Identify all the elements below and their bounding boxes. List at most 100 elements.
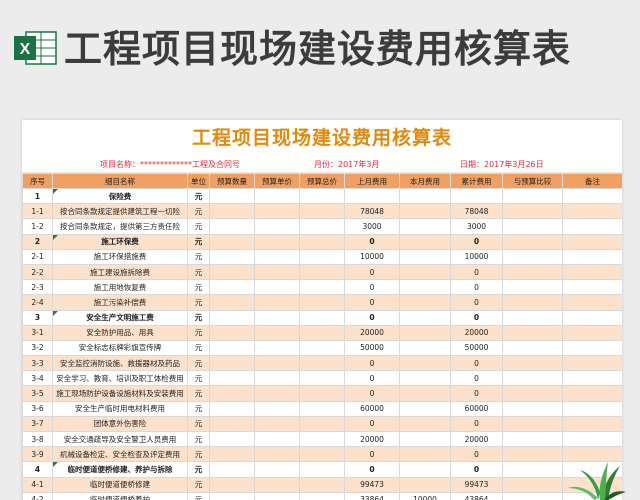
table-cell[interactable]: 元 [187,294,210,311]
table-cell[interactable] [399,476,451,493]
table-cell[interactable] [299,370,345,387]
table-cell[interactable] [299,248,345,265]
table-cell[interactable]: 0 [450,355,503,372]
table-cell[interactable] [399,461,451,478]
table-cell[interactable]: 临时便道便桥修建、养护与拆除 [52,461,188,478]
table-cell[interactable]: 1-1 [22,203,53,220]
table-cell[interactable]: 43864 [450,491,503,500]
table-cell[interactable] [502,446,563,463]
table-cell[interactable] [502,370,563,387]
table-cell[interactable]: 元 [187,187,210,205]
table-cell[interactable] [209,203,255,220]
table-cell[interactable] [562,430,622,448]
table-cell[interactable] [209,339,255,357]
table-cell[interactable] [502,339,563,357]
table-cell[interactable]: 施工用地恢复费 [52,279,188,296]
table-cell[interactable] [299,491,345,500]
table-cell[interactable] [399,446,451,463]
table-cell[interactable]: 0 [450,279,503,296]
table-cell[interactable] [502,279,563,296]
table-cell[interactable] [254,476,300,493]
table-cell[interactable]: 1 [22,187,53,205]
table-cell[interactable] [209,263,255,281]
table-cell[interactable]: 4-2 [22,491,53,500]
table-cell[interactable] [399,233,451,250]
column-header[interactable]: 预算单价 [254,173,300,189]
table-cell[interactable] [502,203,563,220]
table-cell[interactable] [254,218,300,235]
table-cell[interactable] [399,355,451,372]
table-cell[interactable]: 安全标志标牌彩旗宣传牌 [52,339,188,357]
table-cell[interactable] [299,324,345,341]
table-cell[interactable]: 1-2 [22,218,53,235]
table-cell[interactable]: 0 [344,309,400,326]
column-header[interactable]: 单位 [187,173,210,189]
table-cell[interactable] [254,233,300,250]
table-cell[interactable]: 2-3 [22,279,53,296]
table-cell[interactable] [209,415,255,433]
table-cell[interactable] [209,248,255,265]
table-cell[interactable]: 施工建设施拆除费 [52,263,188,281]
table-cell[interactable] [254,263,300,281]
table-cell[interactable] [209,446,255,463]
table-cell[interactable]: 3000 [450,218,503,235]
table-cell[interactable] [399,385,451,402]
table-cell[interactable] [209,187,255,205]
table-cell[interactable]: 4-1 [22,476,53,493]
table-cell[interactable]: 施工环保费 [52,233,188,250]
table-cell[interactable] [254,187,300,205]
table-cell[interactable]: 4 [22,461,53,478]
table-cell[interactable] [299,263,345,281]
table-cell[interactable]: 元 [187,339,210,357]
table-cell[interactable]: 0 [344,461,400,478]
column-header[interactable]: 上月费用 [344,173,400,189]
table-cell[interactable] [562,279,622,296]
table-cell[interactable]: 元 [187,263,210,281]
table-cell[interactable] [399,248,451,265]
table-cell[interactable] [502,385,563,402]
table-cell[interactable]: 安全监控消防设施、救援器材及药品 [52,355,188,372]
table-cell[interactable]: 3-6 [22,400,53,417]
table-cell[interactable]: 0 [344,263,400,281]
table-cell[interactable] [254,294,300,311]
table-cell[interactable] [502,218,563,235]
table-cell[interactable] [299,233,345,250]
table-cell[interactable] [502,324,563,341]
table-cell[interactable] [299,339,345,357]
table-cell[interactable]: 元 [187,385,210,402]
column-header[interactable]: 预算数量 [209,173,255,189]
table-cell[interactable] [209,430,255,448]
table-cell[interactable]: 元 [187,324,210,341]
table-cell[interactable]: 78048 [450,203,503,220]
table-cell[interactable] [254,324,300,341]
table-cell[interactable]: 3 [22,309,53,326]
table-cell[interactable] [299,461,345,478]
table-cell[interactable]: 0 [450,385,503,402]
table-cell[interactable] [299,187,345,205]
table-cell[interactable] [209,324,255,341]
table-cell[interactable] [562,187,622,205]
table-cell[interactable] [399,218,451,235]
table-cell[interactable] [562,370,622,387]
table-cell[interactable]: 0 [450,233,503,250]
table-cell[interactable]: 50000 [450,339,503,357]
table-cell[interactable] [254,248,300,265]
table-cell[interactable] [399,279,451,296]
table-cell[interactable]: 元 [187,218,210,235]
table-cell[interactable] [254,279,300,296]
table-cell[interactable] [209,218,255,235]
table-cell[interactable] [562,339,622,357]
table-cell[interactable]: 临时便道便桥养护 [52,491,188,500]
table-cell[interactable] [209,309,255,326]
table-cell[interactable] [299,203,345,220]
table-cell[interactable]: 元 [187,446,210,463]
table-cell[interactable] [562,294,622,311]
table-cell[interactable] [209,294,255,311]
table-cell[interactable] [254,370,300,387]
table-cell[interactable]: 3-2 [22,339,53,357]
table-cell[interactable]: 0 [344,233,400,250]
table-cell[interactable]: 0 [450,446,503,463]
table-cell[interactable]: 60000 [450,400,503,417]
table-cell[interactable] [209,400,255,417]
column-header[interactable]: 预算总价 [299,173,345,189]
